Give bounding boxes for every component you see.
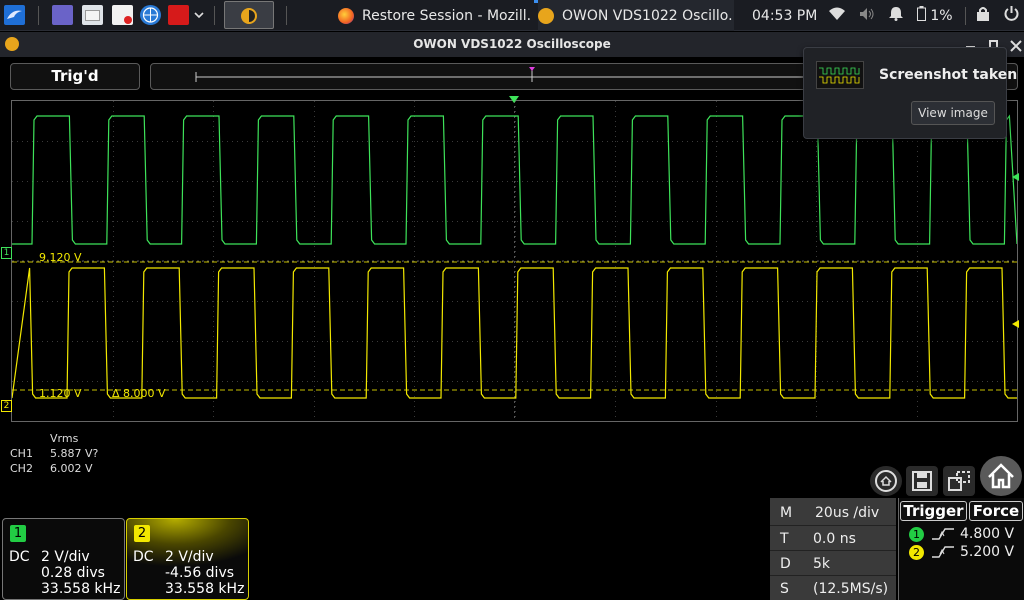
lock-icon[interactable] bbox=[976, 6, 990, 25]
text-editor-icon[interactable] bbox=[112, 5, 133, 25]
measurement-ch2-label: CH2 bbox=[10, 462, 33, 475]
measurement-ch1-value: 5.887 V? bbox=[50, 447, 99, 460]
oscilloscope-launcher[interactable] bbox=[224, 1, 274, 29]
close-icon[interactable] bbox=[1010, 37, 1022, 56]
trigger-position-marker[interactable] bbox=[509, 96, 519, 103]
ch2-scale: 2 V/div bbox=[165, 549, 214, 565]
ch1-trigger-dot: 1 bbox=[909, 526, 924, 542]
ch2-trigger-value: 5.200 V bbox=[960, 544, 1015, 560]
ch1-settings-panel[interactable]: 1 DC 2 V/div 0.28 divs 33.558 kHz bbox=[2, 518, 125, 600]
ch1-badge: 1 bbox=[10, 525, 26, 542]
timebase-value: (12.5MS/s) bbox=[813, 581, 889, 597]
task-owon-label: OWON VDS1022 Oscillo... bbox=[562, 7, 734, 24]
battery-percent: 1% bbox=[930, 7, 953, 24]
timebase-row-s[interactable]: S (12.5MS/s) bbox=[770, 575, 896, 600]
kali-menu-icon[interactable] bbox=[4, 5, 25, 25]
home-icon bbox=[988, 463, 1014, 489]
timebase-value: 20us /div bbox=[815, 505, 880, 521]
ch2-position-marker[interactable]: 2 bbox=[1, 400, 12, 412]
ch1-frequency: 33.558 kHz bbox=[41, 581, 121, 597]
timebase-row-t[interactable]: T 0.0 ns bbox=[770, 525, 896, 550]
ch1-trigger-value: 4.800 V bbox=[960, 526, 1015, 542]
chevron-down-icon[interactable] bbox=[192, 5, 206, 25]
ch1-marker-label: 1 bbox=[3, 248, 10, 258]
trigger-button[interactable]: Trigger bbox=[900, 501, 967, 521]
cursor-label-bottom: 1.120 V bbox=[39, 387, 82, 400]
timebase-row-d[interactable]: D 5k bbox=[770, 550, 896, 575]
battery-icon[interactable] bbox=[917, 6, 927, 25]
taskbar-separator bbox=[286, 6, 287, 25]
file-manager-icon[interactable] bbox=[82, 5, 103, 25]
ch2-settings-panel[interactable]: 2 DC 2 V/div -4.56 divs 33.558 kHz bbox=[126, 518, 249, 600]
ch2-badge: 2 bbox=[134, 525, 150, 542]
rising-edge-icon bbox=[932, 528, 954, 540]
ch1-coupling: DC bbox=[9, 549, 30, 565]
timebase-value: 5k bbox=[813, 556, 831, 572]
task-owon[interactable]: OWON VDS1022 Oscillo... bbox=[538, 0, 734, 31]
force-button[interactable]: Force bbox=[969, 501, 1023, 521]
ch2-trigger-level-marker[interactable] bbox=[1012, 320, 1019, 328]
measurement-ch2-value: 6.002 V bbox=[50, 462, 93, 475]
cursor-label-delta: Δ 8.000 V bbox=[112, 387, 166, 400]
trigger-panel: Trigger Force 1 4.800 V 2 5.200 V bbox=[898, 498, 1024, 600]
measurement-header: Vrms bbox=[50, 432, 79, 445]
auto-set-button[interactable] bbox=[870, 466, 902, 496]
view-image-button[interactable]: View image bbox=[911, 101, 995, 125]
task-firefox-label: Restore Session - Mozill... bbox=[362, 7, 530, 24]
ch2-offset: -4.56 divs bbox=[165, 565, 235, 581]
timebase-key: S bbox=[780, 581, 789, 597]
notification-title: Screenshot taken bbox=[879, 67, 1018, 83]
taskbar-separator bbox=[38, 6, 39, 25]
screenshot-thumbnail[interactable] bbox=[816, 61, 864, 89]
ch2-trigger-dot: 2 bbox=[909, 544, 924, 560]
notifications-bell-icon[interactable] bbox=[889, 6, 904, 25]
oscilloscope-app-icon bbox=[241, 8, 257, 24]
task-firefox[interactable]: Restore Session - Mozill... bbox=[338, 0, 530, 31]
measurement-ch1-label: CH1 bbox=[10, 447, 33, 460]
cursor-label-top: 9.120 V bbox=[39, 251, 82, 264]
save-button[interactable] bbox=[906, 466, 938, 496]
show-desktop-icon[interactable] bbox=[52, 5, 73, 25]
ch2-trigger-level[interactable]: 2 5.200 V bbox=[909, 544, 1014, 560]
ch2-frequency: 33.558 kHz bbox=[165, 581, 245, 597]
firefox-icon bbox=[338, 7, 354, 24]
timebase-key: D bbox=[780, 556, 791, 572]
clock[interactable]: 04:53 PM bbox=[752, 8, 817, 24]
rising-edge-icon bbox=[932, 546, 954, 558]
power-icon[interactable] bbox=[1004, 6, 1019, 25]
timebase-row-m[interactable]: M 20us /div bbox=[770, 500, 896, 525]
ch1-trigger-level-marker[interactable] bbox=[1012, 173, 1019, 181]
timebase-value: 0.0 ns bbox=[813, 531, 856, 547]
ch1-position-marker[interactable]: 1 bbox=[1, 247, 12, 259]
taskbar-separator bbox=[214, 6, 215, 25]
volume-icon[interactable] bbox=[859, 7, 875, 25]
ch1-scale: 2 V/div bbox=[41, 549, 90, 565]
owon-icon bbox=[538, 7, 554, 24]
waveform-display[interactable]: 9.120 V 1.120 V Δ 8.000 V 1 2 bbox=[1, 96, 1019, 422]
trigger-status: Trig'd bbox=[10, 63, 140, 90]
timebase-key: M bbox=[780, 505, 793, 521]
wifi-icon[interactable] bbox=[829, 7, 846, 25]
timebase-panel[interactable]: M 20us /div T 0.0 ns D 5k S (12.5MS/s) bbox=[770, 498, 896, 600]
ch1-trigger-level[interactable]: 1 4.800 V bbox=[909, 526, 1014, 542]
tray-separator bbox=[964, 6, 966, 25]
system-tray: 04:53 PM 1% bbox=[752, 0, 1019, 31]
taskbar: Restore Session - Mozill... OWON VDS1022… bbox=[0, 0, 1024, 31]
ch2-marker-label: 2 bbox=[3, 401, 10, 411]
web-browser-icon[interactable] bbox=[140, 5, 161, 25]
autoset-icon bbox=[875, 470, 897, 492]
home-button[interactable] bbox=[980, 456, 1022, 496]
ch2-coupling: DC bbox=[133, 549, 154, 565]
ch1-offset: 0.28 divs bbox=[41, 565, 105, 581]
dock-icon bbox=[948, 471, 970, 491]
screenshot-notification[interactable]: Screenshot taken View image bbox=[803, 47, 1017, 139]
terminal-icon[interactable] bbox=[168, 5, 189, 25]
waveform-canvas bbox=[11, 101, 1018, 421]
window-toggle-button[interactable] bbox=[943, 466, 975, 496]
save-icon bbox=[912, 471, 932, 491]
timebase-key: T bbox=[780, 531, 789, 547]
